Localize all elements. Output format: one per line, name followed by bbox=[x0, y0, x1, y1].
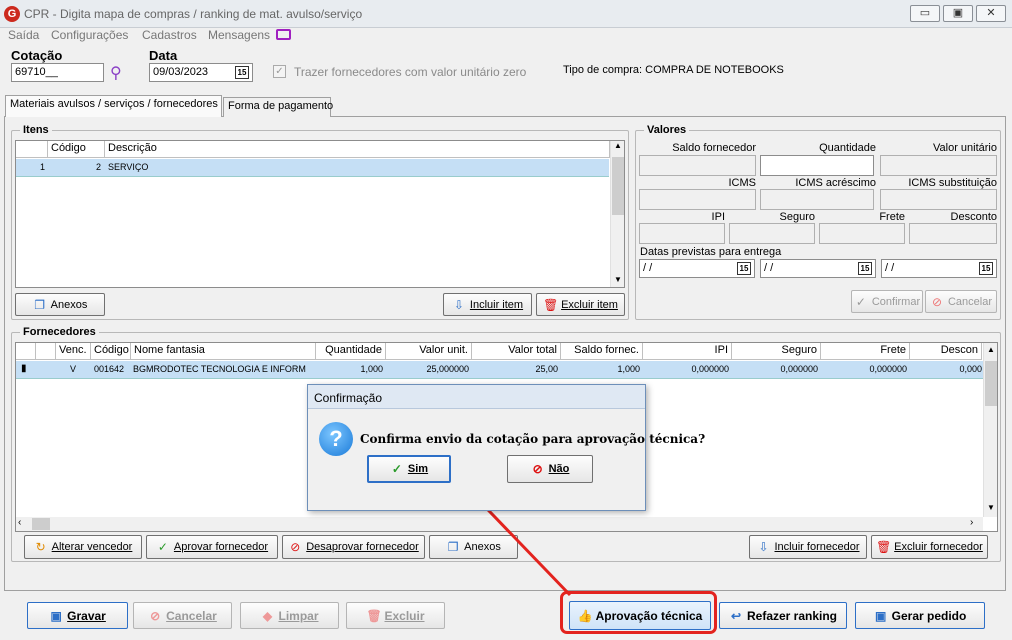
question-icon: ? bbox=[319, 422, 353, 456]
nao-label: Não bbox=[548, 463, 570, 475]
cancel-icon: ⊘ bbox=[532, 462, 543, 476]
check-icon: ✓ bbox=[391, 462, 402, 476]
annotation-arrow bbox=[455, 476, 572, 597]
confirmation-dialog: Confirmação ? Confirma envio da cotação … bbox=[307, 384, 705, 511]
sim-label: Sim bbox=[407, 463, 429, 475]
dialog-message: Confirma envio da cotação para aprovação… bbox=[360, 432, 706, 446]
dialog-title: Confirmação bbox=[308, 385, 645, 409]
nao-button[interactable]: ⊘ Não bbox=[507, 455, 593, 483]
sim-button[interactable]: ✓ Sim bbox=[367, 455, 451, 483]
